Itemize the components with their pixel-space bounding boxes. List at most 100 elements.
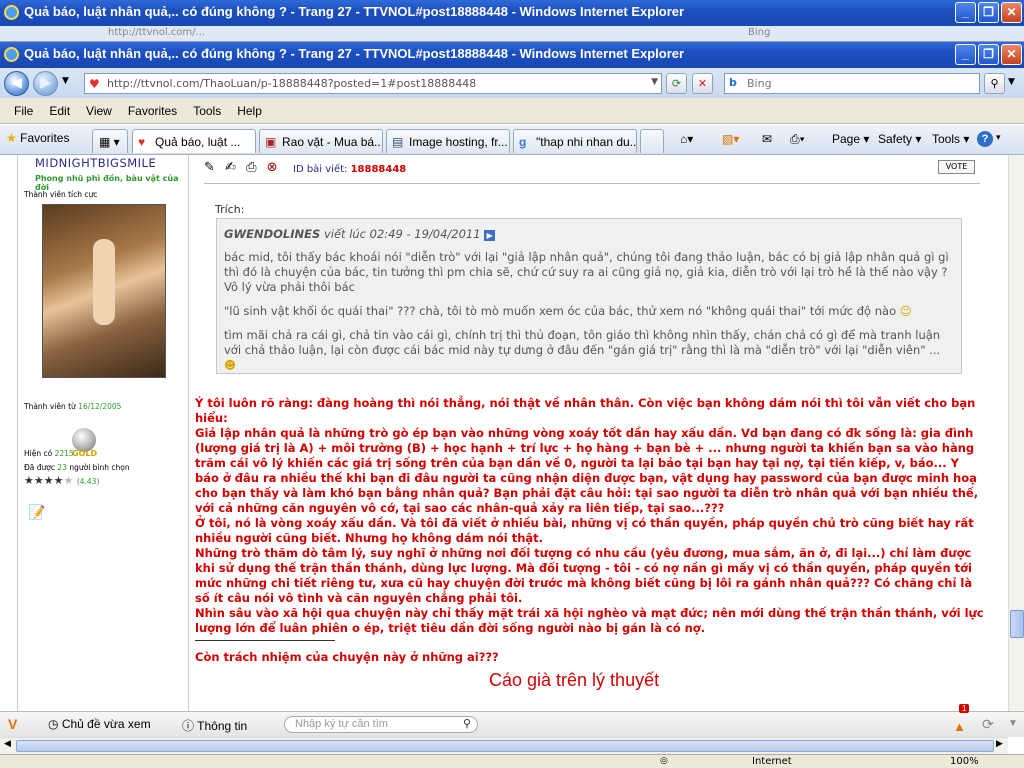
post-paragraph: Giả lập nhân quả là những trò gò ép bạn … (195, 426, 979, 515)
zoom-level[interactable]: 100% (950, 756, 979, 767)
background-window-title: Quả báo, luật nhân quả,.. có đúng không … (24, 4, 685, 19)
scroll-right-icon[interactable]: ▶ (996, 739, 1003, 749)
post-count-value: 2215 (54, 449, 74, 458)
info-button[interactable]: ⓘ Thông tin (182, 717, 247, 734)
user-sidebar: MIDNIGHTBIGSMILE Phong nhũ phì đồn, bàu … (17, 155, 189, 711)
horizontal-scrollbar[interactable]: ◀ ▶ (0, 737, 1008, 754)
refresh-icon[interactable]: ⟳ (982, 716, 994, 733)
heart-icon: ♥ (138, 135, 146, 149)
rated-suffix: người bình chọn (69, 463, 130, 472)
info-icon: ⓘ (182, 719, 195, 733)
member-since-date: 16/12/2005 (78, 402, 122, 411)
view-post-icon[interactable]: ▶ (484, 230, 496, 241)
quick-tabs-icon: ▦ ▾ (99, 135, 120, 149)
help-icon[interactable]: ? (977, 131, 993, 147)
scroll-thumb[interactable] (1010, 610, 1024, 638)
post-paragraph: Ý tôi luôn rõ ràng: đàng hoàng thì nói t… (195, 396, 976, 425)
menu-favorites[interactable]: Favorites (120, 104, 185, 118)
rated-label: Đã được (24, 463, 56, 472)
quote-block: GWENDOLINES viết lúc 02:49 - 19/04/2011 … (216, 218, 962, 374)
tools-menu[interactable]: Tools ▾ (932, 132, 969, 146)
star-icon: ★★★★ (24, 474, 64, 487)
print-button[interactable]: ⎙▾ (790, 132, 805, 147)
edit-icon[interactable]: ✎ (204, 160, 215, 175)
help-dropdown-icon[interactable]: ▾ (996, 132, 1001, 143)
user-avatar[interactable] (42, 204, 166, 378)
page-icon: ▣ (265, 135, 277, 149)
post-id-value: 18888448 (350, 164, 407, 175)
recent-topics-button[interactable]: ◷ Chủ đề vừa xem (48, 717, 151, 731)
print-icon[interactable]: ⎙ (246, 160, 256, 175)
menu-tools[interactable]: Tools (185, 104, 229, 118)
quick-tabs-button[interactable]: ▦ ▾ (92, 129, 128, 153)
close-button[interactable]: ✕ (1001, 2, 1022, 23)
window-titlebar[interactable]: Quả báo, luật nhân quả,.. có đúng không … (0, 42, 1024, 68)
search-button[interactable]: ⚲ (984, 73, 1005, 94)
vote-button[interactable]: VOTE (938, 160, 975, 174)
feeds-button[interactable]: ▧▾ (722, 132, 739, 146)
back-button[interactable]: ◀ (4, 71, 29, 96)
favorites-button[interactable]: ★ Favorites (6, 131, 69, 145)
hscroll-thumb[interactable] (16, 740, 994, 752)
mail-button[interactable]: ✉ (762, 132, 772, 146)
username[interactable]: MIDNIGHTBIGSMILE (35, 156, 156, 170)
forum-bottom-toolbar: V ◷ Chủ đề vừa xem ⓘ Thông tin Nhập ký t… (0, 704, 1024, 737)
search-icon[interactable]: ⚲ (463, 717, 471, 730)
forum-search-input[interactable]: Nhập ký tự cần tìm ⚲ (284, 716, 478, 733)
home-button[interactable]: ⌂▾ (680, 132, 693, 146)
close-button[interactable]: ✕ (1001, 44, 1022, 65)
mail-icon: ✉ (762, 132, 773, 146)
minimize-button[interactable]: _ (955, 44, 976, 65)
refresh-button[interactable]: ⟳ (666, 73, 687, 94)
avatar-figure (93, 239, 115, 325)
rating-count: Đã được 23 người bình chọn (24, 463, 130, 472)
profile-note-icon[interactable]: 📝 (28, 505, 45, 521)
background-window-titlebar: Quả báo, luật nhân quả,.. có đúng không … (0, 0, 1024, 26)
vertical-scrollbar[interactable] (1008, 155, 1024, 711)
post-body: Ý tôi luôn rõ ràng: đàng hoàng thì nói t… (195, 396, 985, 665)
address-bar[interactable]: ♥ http://ttvnol.com/ThaoLuan/p-18888448?… (84, 73, 662, 94)
notification-bell-icon[interactable]: ▲ (953, 719, 966, 734)
quote-paragraph: bác mid, tôi thấy bác khoái nói "diễn tr… (224, 250, 949, 294)
rss-icon: ▧▾ (722, 132, 740, 146)
restore-button[interactable]: ❐ (978, 44, 999, 65)
search-input[interactable]: b Bing (724, 73, 980, 94)
ie-status-bar: ◎ Internet 100% (0, 754, 1024, 768)
stop-button[interactable]: ✕ (692, 73, 713, 94)
quote-author: GWENDOLINES (224, 227, 321, 241)
quote-header: GWENDOLINES viết lúc 02:49 - 19/04/2011 … (224, 227, 953, 242)
quote-icon[interactable]: ✍ (225, 160, 236, 175)
zone-label: Internet (752, 756, 792, 767)
menu-file[interactable]: File (6, 104, 41, 118)
image-icon: ▤ (392, 135, 404, 149)
quote-label: Trích: (215, 203, 245, 216)
tab-active[interactable]: ♥ Quả báo, luật ... (132, 129, 256, 153)
restore-button[interactable]: ❐ (978, 2, 999, 23)
address-dropdown-icon[interactable]: ▼ (651, 77, 658, 87)
safety-menu-label: Safety (878, 132, 913, 146)
background-url: http://ttvnol.com/... (108, 27, 206, 38)
forward-button[interactable]: ▶ (33, 71, 58, 96)
smiley-icon: ☺ (899, 304, 912, 318)
tab-rao-vat[interactable]: ▣ Rao vặt - Mua bá... (259, 129, 383, 153)
scroll-left-icon[interactable]: ◀ (4, 739, 11, 749)
safety-menu[interactable]: Safety ▾ (878, 132, 921, 146)
menu-edit[interactable]: Edit (41, 104, 78, 118)
rating-value: (4.43) (76, 477, 100, 486)
minimize-button[interactable]: _ (955, 2, 976, 23)
menu-help[interactable]: Help (229, 104, 270, 118)
scroll-down-icon[interactable]: ▼ (1008, 718, 1018, 729)
site-logo-icon: V (8, 716, 18, 732)
menu-view[interactable]: View (78, 104, 120, 118)
recent-topics-label: Chủ đề vừa xem (61, 717, 151, 731)
window-title: Quả báo, luật nhân quả,.. có đúng không … (24, 46, 685, 61)
tab-image-hosting[interactable]: ▤ Image hosting, fr... (386, 129, 510, 153)
search-options-icon[interactable]: ▼ (1008, 77, 1015, 87)
ie-icon (4, 47, 19, 62)
tab-google-search[interactable]: g "thap nhi nhan du... (513, 129, 637, 153)
report-icon[interactable]: ⊗ (267, 160, 278, 175)
history-dropdown-icon[interactable]: ▼ (62, 76, 69, 86)
tools-menu-label: Tools (932, 132, 961, 146)
page-menu[interactable]: Page ▾ (832, 132, 869, 146)
new-tab-button[interactable] (640, 129, 664, 153)
